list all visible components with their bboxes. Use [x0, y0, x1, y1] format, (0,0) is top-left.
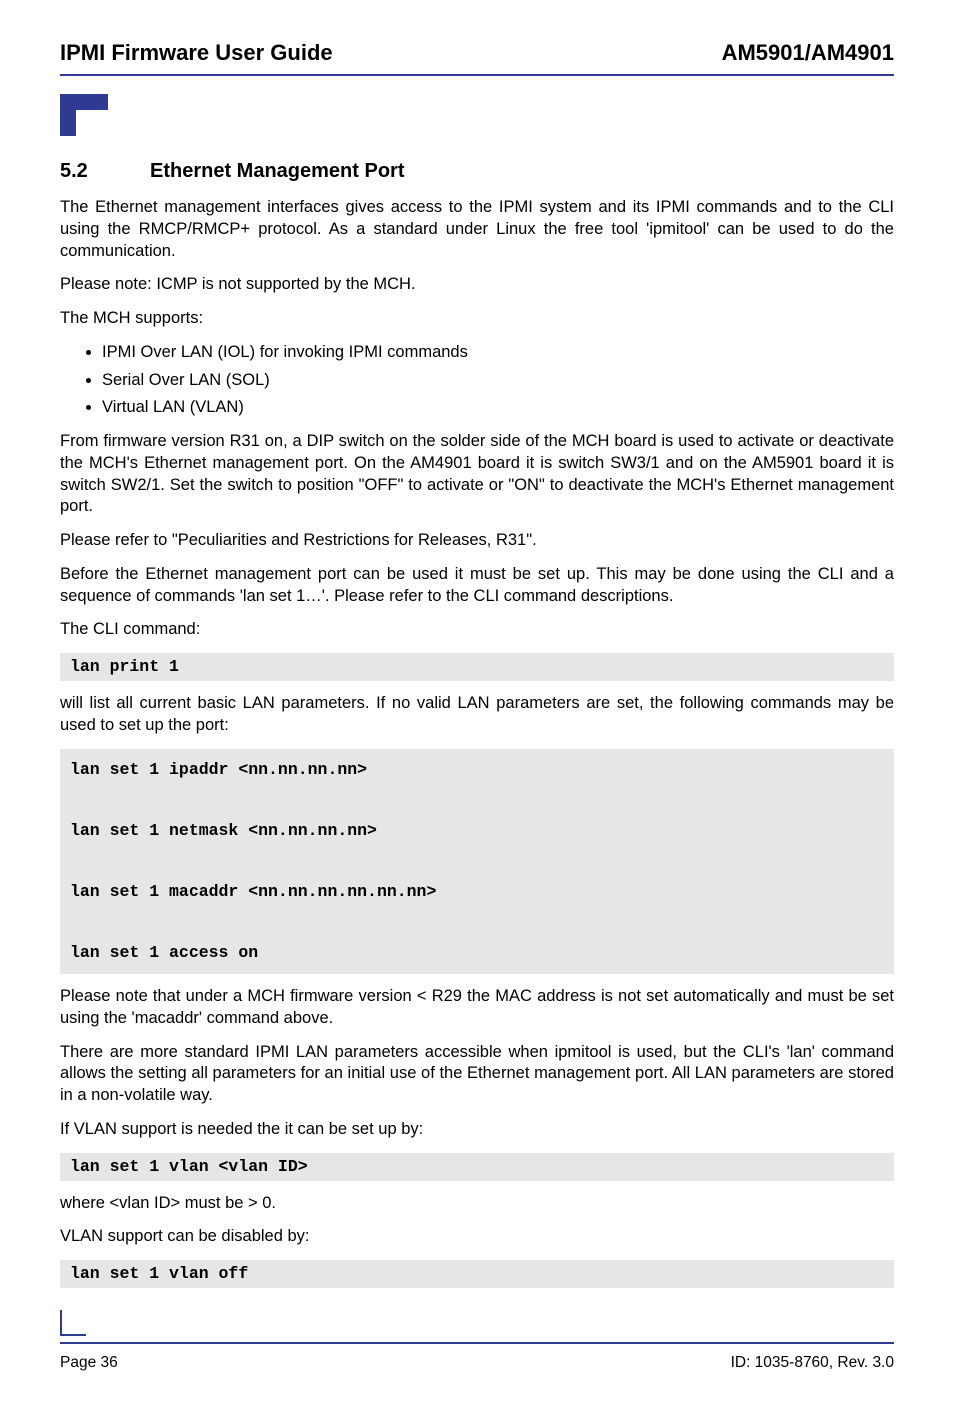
paragraph: Before the Ethernet management port can …: [60, 564, 894, 608]
list-item: IPMI Over LAN (IOL) for invoking IPMI co…: [102, 342, 894, 364]
paragraph: The Ethernet management interfaces gives…: [60, 197, 894, 262]
paragraph: Please note: ICMP is not supported by th…: [60, 274, 894, 296]
paragraph: There are more standard IPMI LAN paramet…: [60, 1042, 894, 1107]
page: IPMI Firmware User Guide AM5901/AM4901 5…: [0, 0, 954, 1402]
header-right: AM5901/AM4901: [722, 40, 894, 66]
list-item: Virtual LAN (VLAN): [102, 397, 894, 419]
paragraph: The CLI command:: [60, 619, 894, 641]
running-footer: Page 36 ID: 1035-8760, Rev. 3.0: [60, 1354, 894, 1372]
paragraph: VLAN support can be disabled by:: [60, 1226, 894, 1248]
code-block: lan set 1 vlan off: [60, 1260, 894, 1288]
code-block: lan set 1 vlan <vlan ID>: [60, 1153, 894, 1181]
paragraph: From firmware version R31 on, a DIP swit…: [60, 431, 894, 518]
section-number: 5.2: [60, 160, 150, 183]
code-block: lan set 1 ipaddr <nn.nn.nn.nn> lan set 1…: [60, 749, 894, 975]
section-heading: 5.2 Ethernet Management Port: [60, 160, 894, 183]
footer-id: ID: 1035-8760, Rev. 3.0: [731, 1354, 894, 1372]
section-title: Ethernet Management Port: [150, 160, 404, 183]
paragraph: Please note that under a MCH firmware ve…: [60, 986, 894, 1030]
running-header: IPMI Firmware User Guide AM5901/AM4901: [60, 40, 894, 66]
footer-page: Page 36: [60, 1354, 118, 1372]
paragraph: If VLAN support is needed the it can be …: [60, 1119, 894, 1141]
code-block: lan print 1: [60, 653, 894, 681]
corner-logo-icon: [60, 94, 108, 142]
header-left: IPMI Firmware User Guide: [60, 40, 333, 66]
paragraph: Please refer to "Peculiarities and Restr…: [60, 530, 894, 552]
list-item: Serial Over LAN (SOL): [102, 370, 894, 392]
footer-rule: [60, 1342, 894, 1344]
footer-corner-icon: [60, 1310, 86, 1336]
header-rule: [60, 74, 894, 76]
bullet-list: IPMI Over LAN (IOL) for invoking IPMI co…: [60, 342, 894, 419]
paragraph: will list all current basic LAN paramete…: [60, 693, 894, 737]
paragraph: where <vlan ID> must be > 0.: [60, 1193, 894, 1215]
body: The Ethernet management interfaces gives…: [60, 197, 894, 1288]
paragraph: The MCH supports:: [60, 308, 894, 330]
